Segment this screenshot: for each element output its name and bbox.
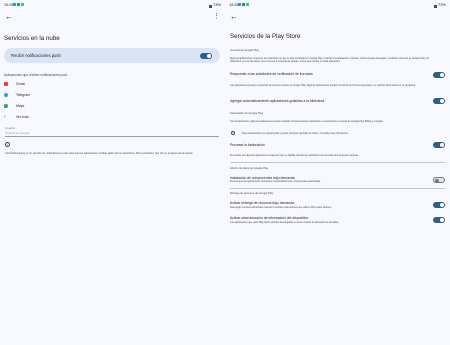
app-row-maps[interactable]: Maps bbox=[4, 101, 24, 111]
wifi-icon bbox=[208, 4, 212, 8]
app-notif-icon bbox=[13, 3, 16, 6]
cloud-services-screen: 15:35 73% ← ⋮ Servicios en la nube Recib… bbox=[0, 0, 225, 345]
apps-section-header: Aplicaciones que reciben notificaciones … bbox=[4, 73, 68, 77]
app-row-telegram[interactable]: Telegram bbox=[4, 90, 30, 100]
top-app-bar: ← bbox=[225, 11, 450, 23]
notification-icons bbox=[13, 3, 24, 6]
footer-note: Cloud Messaging es un servicio de notifi… bbox=[5, 152, 194, 155]
notification-icons bbox=[238, 3, 249, 6]
app-notif-icon bbox=[246, 3, 249, 6]
app-name: Maps bbox=[16, 104, 25, 108]
device-sync-row-title: Activar sincronización de información de… bbox=[230, 216, 309, 220]
push-notifications-toggle[interactable] bbox=[200, 52, 212, 59]
app-name: Telegram bbox=[16, 93, 30, 97]
app-name: Gmail bbox=[16, 82, 25, 86]
app-notif-icon bbox=[21, 3, 24, 6]
section-license: Licencia de Google Play bbox=[230, 49, 259, 52]
status-bar: 15:35 73% bbox=[225, 0, 450, 9]
asset-delivery-row-title: Activar entrega de recursos bajo demanda bbox=[230, 201, 294, 205]
more-options-icon[interactable]: ⋮ bbox=[213, 11, 220, 23]
back-arrow-icon[interactable]: ← bbox=[5, 11, 13, 23]
app-notif-icon bbox=[17, 3, 20, 6]
free-apps-toggle[interactable] bbox=[433, 98, 445, 104]
license-description: Algunas aplicaciones requieren la verifi… bbox=[230, 57, 429, 64]
app-row-gmail[interactable]: Gmail bbox=[4, 79, 25, 89]
license-note: Las aplicaciones pueden comprobar la lic… bbox=[230, 84, 416, 87]
device-sync-toggle[interactable] bbox=[433, 217, 445, 223]
page-title: Servicios de la Play Store bbox=[230, 33, 301, 40]
section-resources: Entrega de recursos de Google Play bbox=[230, 192, 274, 195]
account-field-underline bbox=[5, 136, 219, 137]
status-right: 73% bbox=[208, 0, 221, 9]
top-app-bar: ← ⋮ bbox=[0, 11, 225, 23]
gmail-icon bbox=[4, 82, 8, 86]
billing-toggle[interactable] bbox=[433, 142, 445, 148]
battery-level: 73% bbox=[437, 2, 446, 7]
billing-row-title: Procesar la facturación bbox=[230, 143, 265, 147]
wifi-icon bbox=[433, 4, 437, 8]
maps-icon bbox=[4, 104, 8, 108]
play-store-services-screen: 15:35 73% ← Servicios de la Play Store L… bbox=[225, 0, 450, 345]
license-row-title: Responder a las solicitudes de verificac… bbox=[230, 72, 313, 76]
billing-warning: Esta característica es experimental y pu… bbox=[242, 132, 349, 135]
back-arrow-icon[interactable]: ← bbox=[230, 11, 238, 23]
device-sync-row-desc: Las aplicaciones que usan Play Store tam… bbox=[230, 221, 340, 224]
account-field[interactable]: Cuenta de Google bbox=[5, 131, 29, 135]
license-toggle[interactable] bbox=[433, 72, 445, 78]
page-title: Servicios en la nube bbox=[4, 35, 60, 42]
asset-delivery-row-desc: Descargar recursos adicionales cuando lo… bbox=[230, 206, 333, 209]
info-icon: i bbox=[5, 142, 10, 147]
free-apps-row-title: Agregar automáticamente aplicaciones gra… bbox=[230, 99, 325, 103]
app-name: Ver todo bbox=[16, 115, 29, 119]
asset-delivery-toggle[interactable] bbox=[433, 202, 445, 208]
app-notif-icon bbox=[242, 3, 245, 6]
status-right: 73% bbox=[433, 0, 446, 9]
on-demand-row-desc: Permite que las aplicaciones descarguen … bbox=[230, 180, 321, 183]
billing-note: Es posible que algunas aplicaciones requ… bbox=[230, 154, 359, 157]
battery-level: 73% bbox=[212, 2, 221, 7]
chevron-right-icon: › bbox=[4, 114, 6, 120]
telegram-icon bbox=[4, 93, 8, 97]
warning-icon bbox=[231, 131, 235, 135]
app-notif-icon bbox=[238, 3, 241, 6]
push-notifications-row[interactable]: Recibir notificaciones push bbox=[4, 48, 220, 63]
billing-description: Con la facturación, algunas aplicaciones… bbox=[230, 120, 384, 123]
push-notifications-label: Recibir notificaciones push bbox=[11, 53, 61, 58]
status-bar: 15:35 73% bbox=[0, 0, 225, 9]
account-field-label: Cuenta bbox=[5, 126, 15, 130]
section-asset-delivery: Ahorro de datos de Google Play bbox=[230, 167, 269, 170]
section-billing: Facturación de Google Play bbox=[230, 112, 264, 115]
app-row-see-all[interactable]: › Ver todo bbox=[4, 112, 29, 122]
on-demand-toggle[interactable] bbox=[433, 177, 445, 183]
